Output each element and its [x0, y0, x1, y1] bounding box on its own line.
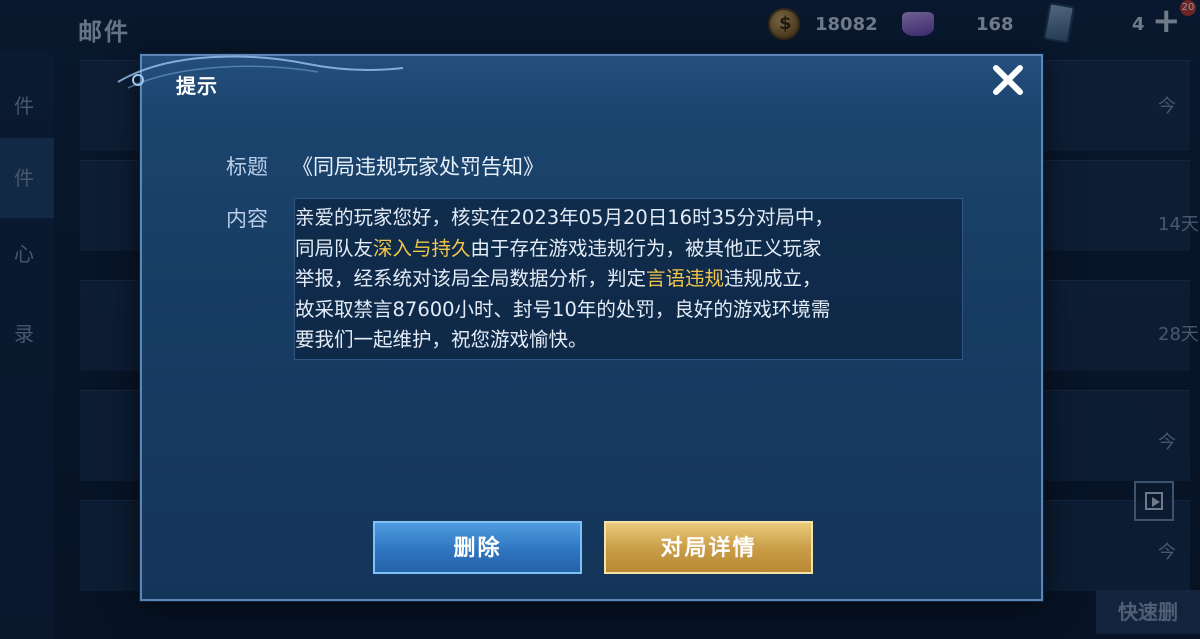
delete-button[interactable]: 删除: [373, 521, 582, 574]
content-text-span: 同局队友: [295, 236, 374, 260]
content-line: 亲爱的玩家您好，核实在2023年05月20日16时35分对局中，: [295, 206, 834, 229]
content-line: 要我们一起维护，祝您游戏愉快。: [295, 328, 588, 351]
content-line: 故采取禁言87600小时、封号10年的处罚，良好的游戏环境需: [295, 297, 831, 321]
close-button[interactable]: [986, 58, 1030, 102]
dialog-title: 提示: [176, 74, 218, 98]
content-line: 同局队友深入与持久由于存在游戏违规行为，被其他正义玩家: [295, 234, 955, 265]
content-text-span: 违规成立，: [724, 267, 822, 290]
notice-dialog: 提示 标题 《同局违规玩家处罚告知》 内容 亲爱的玩家您好，核实在2023年05…: [117, 54, 1043, 601]
violation-type-highlight: 言语违规: [646, 267, 725, 290]
match-details-button[interactable]: 对局详情: [604, 521, 813, 574]
content-text-span: 举报，经系统对该局全局数据分析，判定: [295, 267, 647, 290]
player-name-highlight: 深入与持久: [373, 236, 471, 260]
content-text-span: 由于存在游戏违规行为，被其他正义玩家: [470, 236, 822, 260]
content-text: 亲爱的玩家您好，核实在2023年05月20日16时35分对局中， 同局队友深入与…: [295, 203, 955, 356]
content-line: 举报，经系统对该局全局数据分析，判定言语违规违规成立，: [295, 264, 955, 295]
decorative-swirl-icon: [117, 55, 404, 89]
subject-label: 标题: [226, 155, 268, 179]
content-label: 内容: [226, 207, 268, 231]
close-icon: [993, 65, 1023, 95]
subject-value: 《同局违规玩家处罚告知》: [292, 155, 544, 179]
content-box[interactable]: 亲爱的玩家您好，核实在2023年05月20日16时35分对局中， 同局队友深入与…: [294, 198, 963, 360]
